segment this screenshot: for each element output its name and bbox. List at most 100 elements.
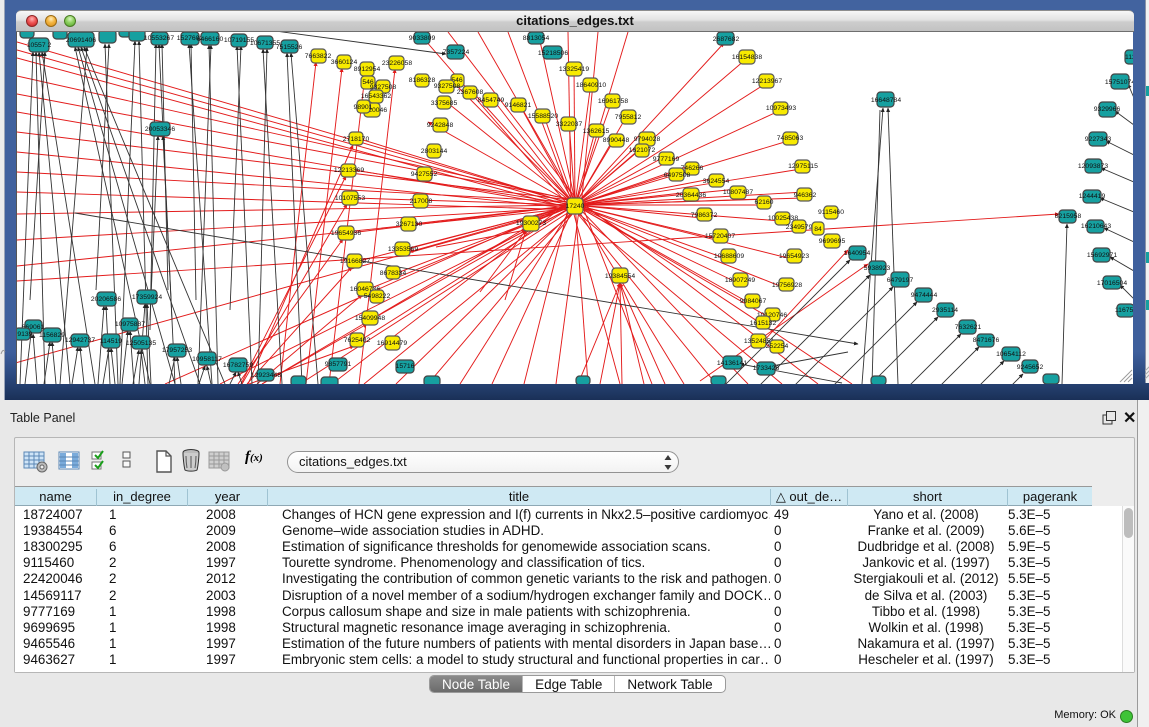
svg-text:1362615: 1362615 xyxy=(583,128,610,135)
svg-text:12942737: 12942737 xyxy=(65,337,95,344)
svg-text:3624554: 3624554 xyxy=(703,178,730,185)
svg-text:39139: 39139 xyxy=(17,331,33,338)
svg-text:2718170: 2718170 xyxy=(343,136,370,143)
svg-text:15716: 15716 xyxy=(396,363,415,370)
svg-text:2803144: 2803144 xyxy=(421,148,448,155)
svg-text:16648784: 16648784 xyxy=(871,97,901,104)
svg-text:10973493: 10973493 xyxy=(766,105,796,112)
svg-text:62160: 62160 xyxy=(755,199,774,206)
svg-text:8813054: 8813054 xyxy=(523,35,550,42)
svg-text:9857791: 9857791 xyxy=(325,361,352,368)
svg-text:114519: 114519 xyxy=(100,338,122,345)
svg-text:16914479: 16914479 xyxy=(377,340,407,347)
svg-text:19300273: 19300273 xyxy=(516,220,546,227)
svg-text:12093873: 12093873 xyxy=(1078,163,1108,170)
svg-text:23226058: 23226058 xyxy=(382,60,412,67)
svg-text:6466160: 6466160 xyxy=(197,36,224,43)
svg-text:19384554: 19384554 xyxy=(605,273,635,280)
svg-text:1244419: 1244419 xyxy=(1079,193,1106,200)
svg-text:2687682: 2687682 xyxy=(713,36,740,43)
svg-text:16210643: 16210643 xyxy=(1081,223,1111,230)
svg-text:3375685: 3375685 xyxy=(431,100,458,107)
svg-text:16154838: 16154838 xyxy=(732,54,762,61)
svg-text:7515526: 7515526 xyxy=(276,44,303,51)
svg-text:9227343: 9227343 xyxy=(1085,136,1112,143)
svg-text:10807487: 10807487 xyxy=(723,189,753,196)
svg-text:252254: 252254 xyxy=(766,343,789,350)
svg-text:1156829: 1156829 xyxy=(39,332,65,339)
svg-text:20206586: 20206586 xyxy=(91,296,121,303)
svg-text:217008: 217008 xyxy=(410,198,433,205)
svg-text:10975887: 10975887 xyxy=(115,321,145,328)
svg-text:15218506: 15218506 xyxy=(538,50,568,57)
svg-text:20364436: 20364436 xyxy=(676,192,706,199)
svg-text:1733426: 1733426 xyxy=(753,365,780,372)
svg-text:116753: 116753 xyxy=(1115,307,1133,314)
svg-text:9777169: 9777169 xyxy=(653,156,680,163)
svg-text:13353569: 13353569 xyxy=(388,246,418,253)
svg-text:5938923: 5938923 xyxy=(864,265,891,272)
svg-text:20053346: 20053346 xyxy=(145,126,175,133)
svg-text:2935114: 2935114 xyxy=(932,307,958,314)
svg-text:6479197: 6479197 xyxy=(887,277,914,284)
svg-text:3267130: 3267130 xyxy=(396,221,423,228)
svg-text:8990448: 8990448 xyxy=(603,137,630,144)
svg-text:9146821: 9146821 xyxy=(505,102,532,109)
svg-text:16782759: 16782759 xyxy=(223,362,253,369)
svg-text:9115460: 9115460 xyxy=(818,209,844,216)
svg-text:9794028: 9794028 xyxy=(634,136,661,143)
svg-text:8678334: 8678334 xyxy=(380,270,407,277)
svg-text:10107553: 10107553 xyxy=(335,195,365,202)
svg-text:7485063: 7485063 xyxy=(777,135,804,142)
svg-text:3660124: 3660124 xyxy=(331,59,358,66)
svg-text:13325419: 13325419 xyxy=(559,66,589,73)
svg-text:12505135: 12505135 xyxy=(126,340,156,347)
svg-text:15720407: 15720407 xyxy=(705,233,735,240)
svg-text:10553267: 10553267 xyxy=(144,35,174,42)
svg-text:19756928: 19756928 xyxy=(772,282,802,289)
svg-text:9427552: 9427552 xyxy=(411,171,438,178)
svg-text:9474444: 9474444 xyxy=(911,292,938,299)
svg-text:1621072: 1621072 xyxy=(629,147,656,154)
svg-text:7632621: 7632621 xyxy=(955,324,982,331)
svg-text:9033809: 9033809 xyxy=(409,35,436,42)
svg-text:7955812: 7955812 xyxy=(615,114,642,121)
svg-text:17359924: 17359924 xyxy=(132,294,162,301)
svg-text:18640910: 18640910 xyxy=(576,82,606,89)
svg-text:10958117: 10958117 xyxy=(192,356,222,363)
svg-text:9084067: 9084067 xyxy=(740,298,767,305)
svg-text:14136141: 14136141 xyxy=(717,360,747,367)
svg-text:10654112: 10654112 xyxy=(996,351,1026,358)
svg-text:2367608: 2367608 xyxy=(457,89,484,96)
svg-text:18907249: 18907249 xyxy=(725,277,755,284)
svg-text:16961758: 16961758 xyxy=(598,98,628,105)
svg-text:7663822: 7663822 xyxy=(305,53,332,60)
svg-text:6497508: 6497508 xyxy=(664,172,691,179)
svg-text:3322037: 3322037 xyxy=(556,121,583,128)
svg-text:8454749: 8454749 xyxy=(478,97,505,104)
svg-text:7625402: 7625402 xyxy=(344,337,371,344)
svg-text:9329966: 9329966 xyxy=(1094,106,1121,113)
svg-text:946362: 946362 xyxy=(794,192,817,199)
svg-text:2349579: 2349579 xyxy=(786,224,813,231)
svg-text:19654923: 19654923 xyxy=(779,253,809,260)
svg-text:10557 2: 10557 2 xyxy=(27,42,52,49)
svg-text:7986372: 7986372 xyxy=(691,212,718,219)
svg-text:1640954: 1640954 xyxy=(844,250,871,257)
svg-text:19654936: 19654936 xyxy=(331,230,361,237)
svg-text:12923448: 12923448 xyxy=(251,372,281,379)
svg-text:9699695: 9699695 xyxy=(819,238,846,245)
svg-text:1112: 1112 xyxy=(1125,54,1133,61)
svg-text:19166827: 19166827 xyxy=(340,258,370,265)
svg-text:8215958: 8215958 xyxy=(1055,213,1082,220)
svg-text:8912954: 8912954 xyxy=(354,66,381,73)
svg-text:10688609: 10688609 xyxy=(714,253,744,260)
svg-text:15751074: 15751074 xyxy=(1105,79,1133,86)
svg-text:15588520: 15588520 xyxy=(528,113,558,120)
svg-text:5498222: 5498222 xyxy=(364,293,391,300)
svg-text:7357224: 7357224 xyxy=(443,49,470,56)
svg-text:20691406: 20691406 xyxy=(66,37,96,44)
svg-text:98901: 98901 xyxy=(354,104,373,111)
svg-text:8186328: 8186328 xyxy=(409,77,436,84)
svg-text:17016504: 17016504 xyxy=(1097,280,1127,287)
